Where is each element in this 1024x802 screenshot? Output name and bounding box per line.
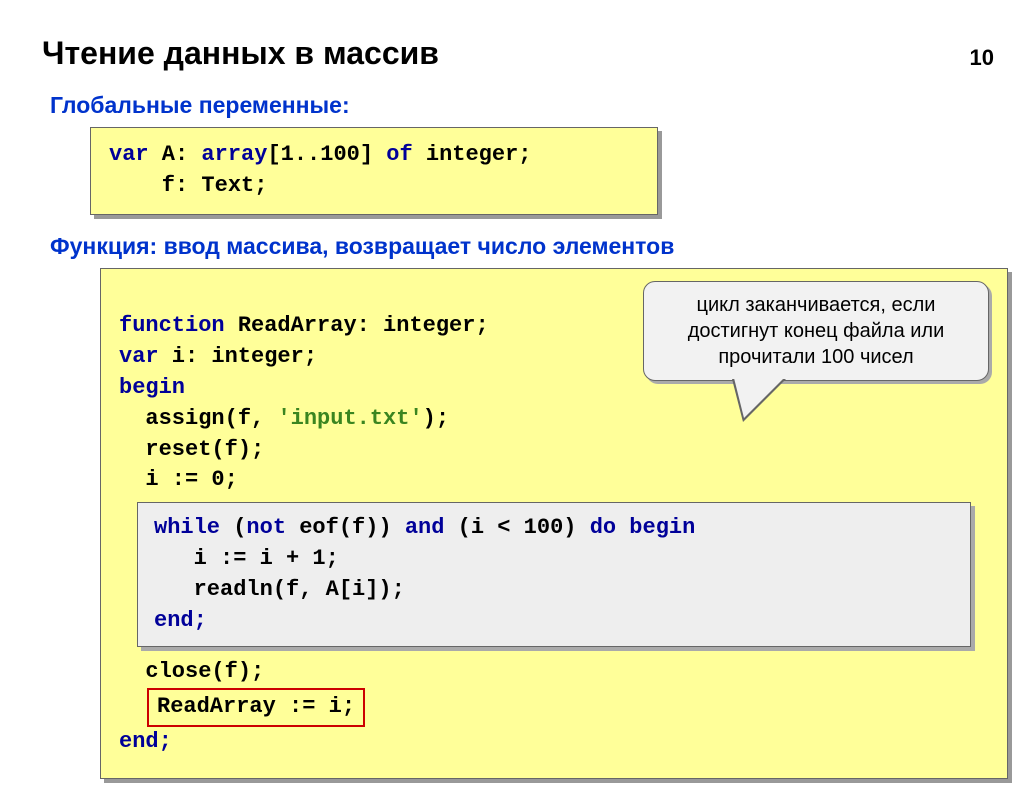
slide-title: Чтение данных в массив bbox=[42, 35, 1024, 72]
code-text: readln(f, A[i]); bbox=[154, 577, 405, 602]
string-literal: 'input.txt' bbox=[277, 406, 422, 431]
code-text: reset(f); bbox=[119, 437, 264, 462]
code-text: A: bbox=[149, 142, 202, 167]
code-text: ReadArray: integer; bbox=[225, 313, 489, 338]
kw-and: and bbox=[405, 515, 445, 540]
kw-begin: begin bbox=[119, 375, 185, 400]
code-text: i: integer; bbox=[159, 344, 317, 369]
callout-bubble: цикл заканчивается, если достигнут конец… bbox=[643, 281, 989, 381]
code-block-globals: var A: array[1..100] of integer; f: Text… bbox=[90, 127, 658, 215]
code-text: eof(f)) bbox=[286, 515, 405, 540]
section-function: Функция: ввод массива, возвращает число … bbox=[50, 233, 1024, 260]
code-text: ); bbox=[423, 406, 449, 431]
page-number: 10 bbox=[970, 45, 994, 71]
kw-while: while bbox=[154, 515, 220, 540]
code-text: assign(f, bbox=[119, 406, 277, 431]
kw-var: var bbox=[109, 142, 149, 167]
code-text: close(f); bbox=[119, 659, 264, 684]
code-text: integer; bbox=[413, 142, 532, 167]
code-block-while-loop: while (not eof(f)) and (i < 100) do begi… bbox=[137, 502, 971, 647]
code-block-function: цикл заканчивается, если достигнут конец… bbox=[100, 268, 1008, 779]
code-text: [1..100] bbox=[267, 142, 386, 167]
code-text: f: Text; bbox=[109, 173, 267, 198]
code-text: i := i + 1; bbox=[154, 546, 339, 571]
kw-not: not bbox=[246, 515, 286, 540]
code-text: (i < 100) bbox=[444, 515, 589, 540]
kw-of: of bbox=[386, 142, 412, 167]
code-text: i := 0; bbox=[119, 467, 238, 492]
code-text: ( bbox=[220, 515, 246, 540]
kw-function: function bbox=[119, 313, 225, 338]
highlighted-return: ReadArray := i; bbox=[147, 688, 365, 727]
kw-var: var bbox=[119, 344, 159, 369]
kw-end: end; bbox=[119, 729, 172, 754]
kw-end: end; bbox=[154, 608, 207, 633]
section-global-vars: Глобальные переменные: bbox=[50, 92, 1024, 119]
kw-array: array bbox=[201, 142, 267, 167]
kw-do-begin: do begin bbox=[590, 515, 696, 540]
